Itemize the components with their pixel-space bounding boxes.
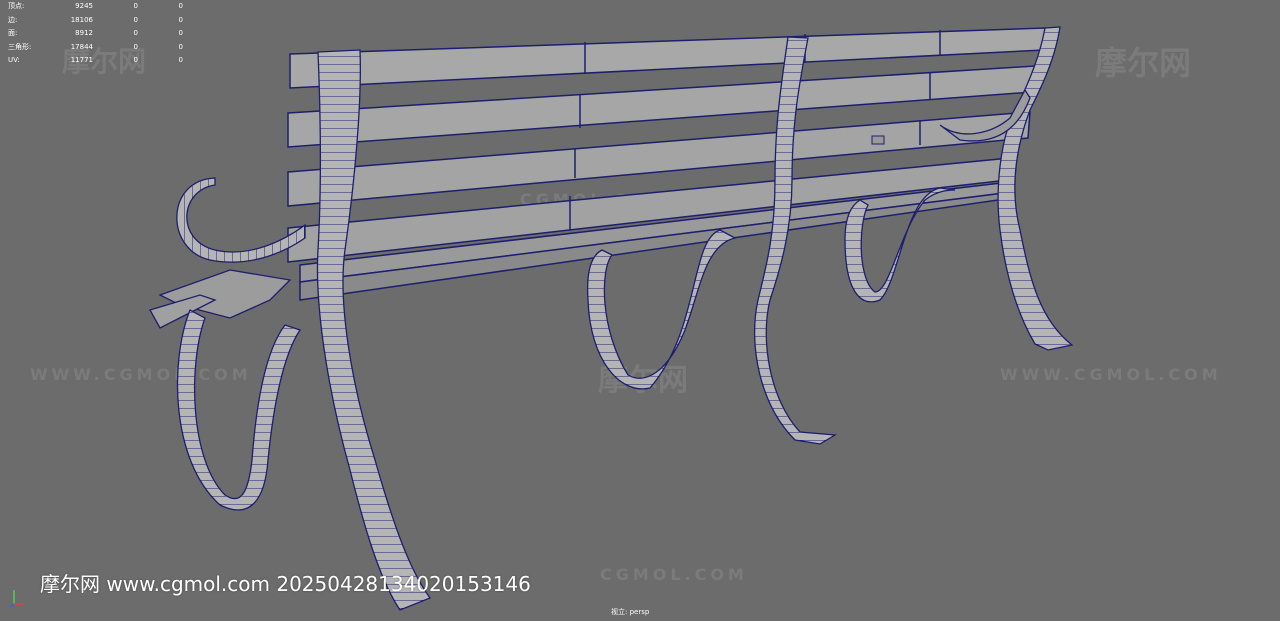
hud-row-edges: 边: 18106 0 0 <box>8 14 183 28</box>
left-front-leg <box>176 309 302 511</box>
hud-value: 9245 <box>75 2 93 10</box>
hud-label: 边: <box>8 15 18 24</box>
hud-value: 0 <box>178 42 183 51</box>
hud-row-faces: 面: 8912 0 0 <box>8 27 183 41</box>
hud-label: UV: <box>8 56 20 64</box>
hud-value: 11771 <box>70 56 93 64</box>
hud-row-vertices: 顶点: 9245 0 0 <box>8 0 183 14</box>
hud-value: 0 <box>133 56 138 64</box>
hud-value: 17844 <box>70 42 93 51</box>
hud-value: 0 <box>178 56 183 64</box>
hud-row-uvs: UV: 11771 0 0 <box>8 54 183 68</box>
hud-value: 0 <box>133 2 138 10</box>
hud-label: 顶点: <box>8 2 25 10</box>
hud-value: 0 <box>178 29 183 37</box>
camera-label: 视立: persp <box>611 608 650 616</box>
hud-value: 0 <box>133 42 138 51</box>
hud-label: 三角形: <box>8 42 32 51</box>
3d-viewport[interactable]: 摩尔网 摩尔网 摩尔网 WWW.CGMOL.COM WWW.CGMOL.COM … <box>0 0 1280 621</box>
hud-value: 18106 <box>70 15 93 24</box>
left-armrest <box>149 177 306 329</box>
hud-value: 0 <box>178 15 183 24</box>
poly-count-hud: 顶点: 9245 0 0 边: 18106 0 0 面: 8912 0 0 三角… <box>8 0 183 68</box>
hud-row-triangles: 三角形: 17844 0 0 <box>8 41 183 55</box>
footer-watermark: 摩尔网 www.cgmol.com 20250428134020153146 <box>40 572 531 596</box>
hud-label: 面: <box>8 29 18 37</box>
axis-gizmo-icon <box>9 590 24 608</box>
hud-value: 0 <box>133 15 138 24</box>
hud-value: 8912 <box>75 29 93 37</box>
bracket <box>871 135 885 145</box>
hud-value: 0 <box>133 29 138 37</box>
bench-model[interactable] <box>0 0 1280 621</box>
hud-value: 0 <box>178 2 183 10</box>
